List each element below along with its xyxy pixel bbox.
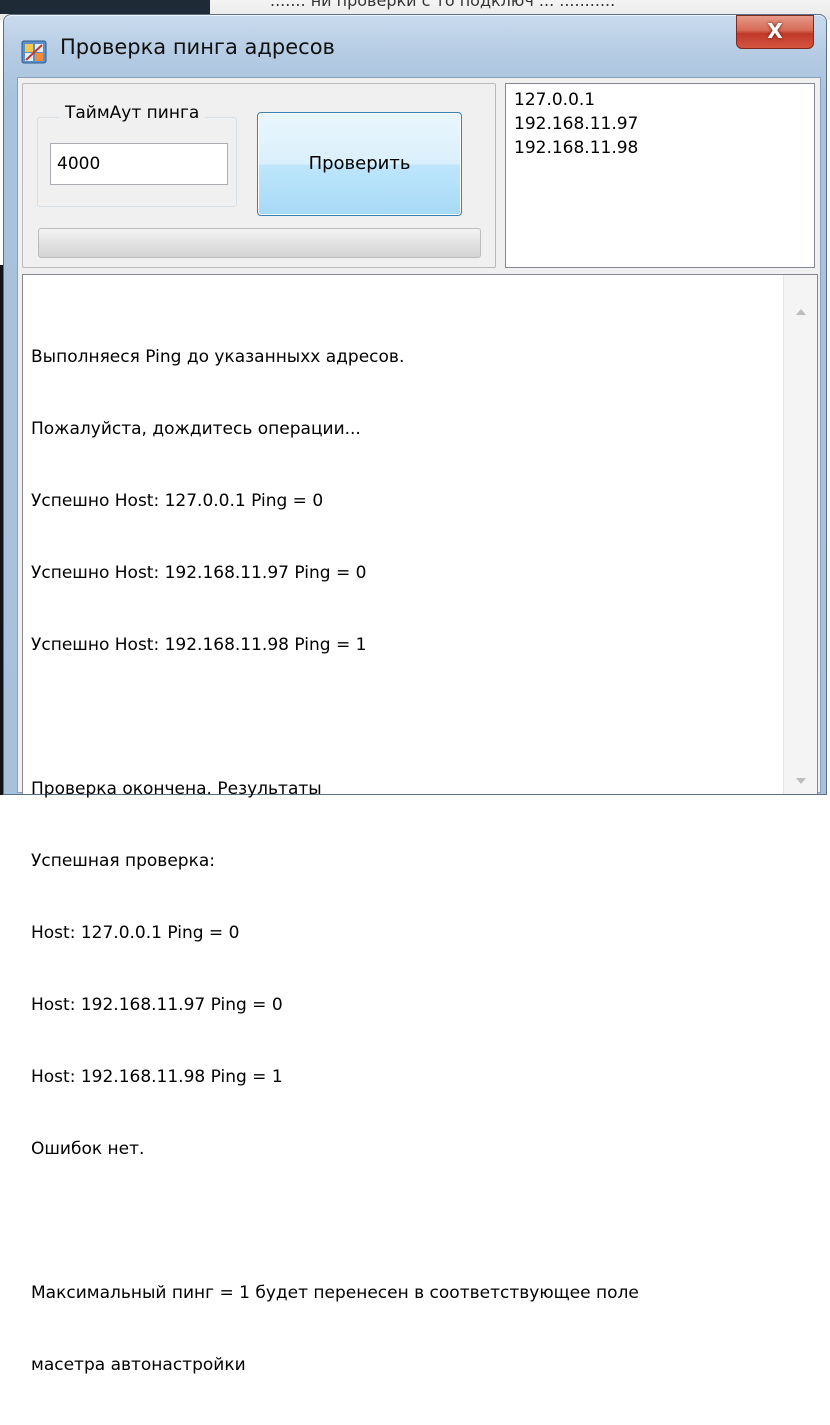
log-line: Пожалуйста, дождитесь операции... (31, 419, 361, 439)
log-line: Host: 127.0.0.1 Ping = 0 (31, 923, 240, 943)
log-output[interactable]: Выполняеся Ping до указанныхх адресов. П… (22, 274, 818, 1375)
log-line: Проверка окончена. Результаты (31, 779, 322, 799)
log-text: Выполняеся Ping до указанныхх адресов. П… (31, 297, 771, 1425)
background-text: ....... ни проверки с то подключ ... ...… (270, 0, 616, 10)
close-button[interactable]: X (736, 15, 814, 49)
log-line-blank (31, 705, 771, 729)
timeout-input[interactable]: 4000 (50, 143, 228, 185)
log-line: Ошибок нет. (31, 1139, 145, 1159)
settings-panel: ТаймАут пинга 4000 Проверить (22, 83, 496, 268)
log-line: Максимальный пинг = 1 будет перенесен в … (31, 1283, 639, 1303)
ping-progress-bar (38, 228, 481, 258)
check-button[interactable]: Проверить (257, 112, 462, 216)
log-line: Успешная проверка: (31, 851, 215, 871)
timeout-group-label: ТаймАут пинга (59, 103, 206, 123)
log-line: Успешно Host: 192.168.11.98 Ping = 1 (31, 635, 367, 655)
title-bar[interactable]: Проверка пинга адресов X (4, 15, 826, 77)
address-item[interactable]: 192.168.11.98 (514, 136, 806, 160)
address-item[interactable]: 192.168.11.97 (514, 112, 806, 136)
log-line: Host: 192.168.11.97 Ping = 0 (31, 995, 283, 1015)
log-line-blank (31, 1209, 771, 1233)
address-list[interactable]: 127.0.0.1 192.168.11.97 192.168.11.98 (505, 83, 815, 268)
log-line: Успешно Host: 127.0.0.1 Ping = 0 (31, 491, 324, 511)
log-scrollbar[interactable] (783, 275, 817, 794)
window-content: ТаймАут пинга 4000 Проверить 127.0.0.1 1… (17, 77, 821, 1375)
log-line: Host: 192.168.11.98 Ping = 1 (31, 1067, 283, 1087)
log-line: Успешно Host: 192.168.11.97 Ping = 0 (31, 563, 367, 583)
tools-app-icon (21, 40, 47, 64)
background-dark-block (0, 0, 210, 14)
address-item[interactable]: 127.0.0.1 (514, 88, 806, 112)
ping-check-window: Проверка пинга адресов X ТаймАут пинга 4… (3, 14, 827, 1375)
log-line: Выполняеся Ping до указанныхх адресов. (31, 347, 405, 367)
scroll-up-arrow-icon[interactable] (796, 309, 806, 315)
log-line: масетра автонастройки (31, 1355, 246, 1375)
window-title: Проверка пинга адресов (60, 35, 335, 59)
scroll-down-arrow-icon[interactable] (796, 778, 806, 784)
